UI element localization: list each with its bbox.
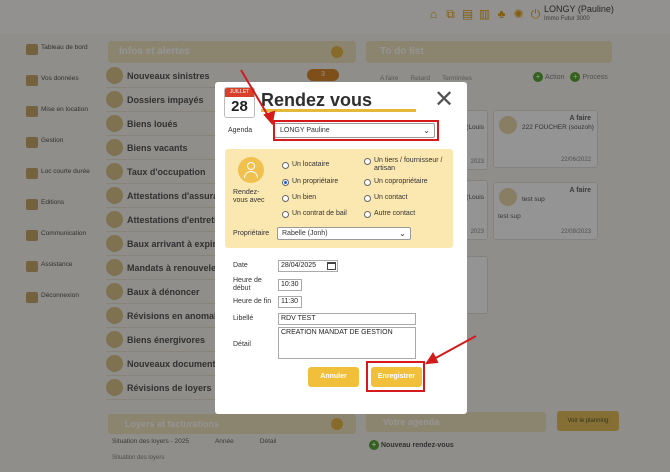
annotation-arrows — [240, 69, 477, 365]
arrow-to-agenda — [240, 69, 271, 120]
arrow-to-save — [431, 335, 477, 361]
arrowhead-icon — [263, 110, 276, 126]
arrowhead-icon — [424, 352, 439, 365]
